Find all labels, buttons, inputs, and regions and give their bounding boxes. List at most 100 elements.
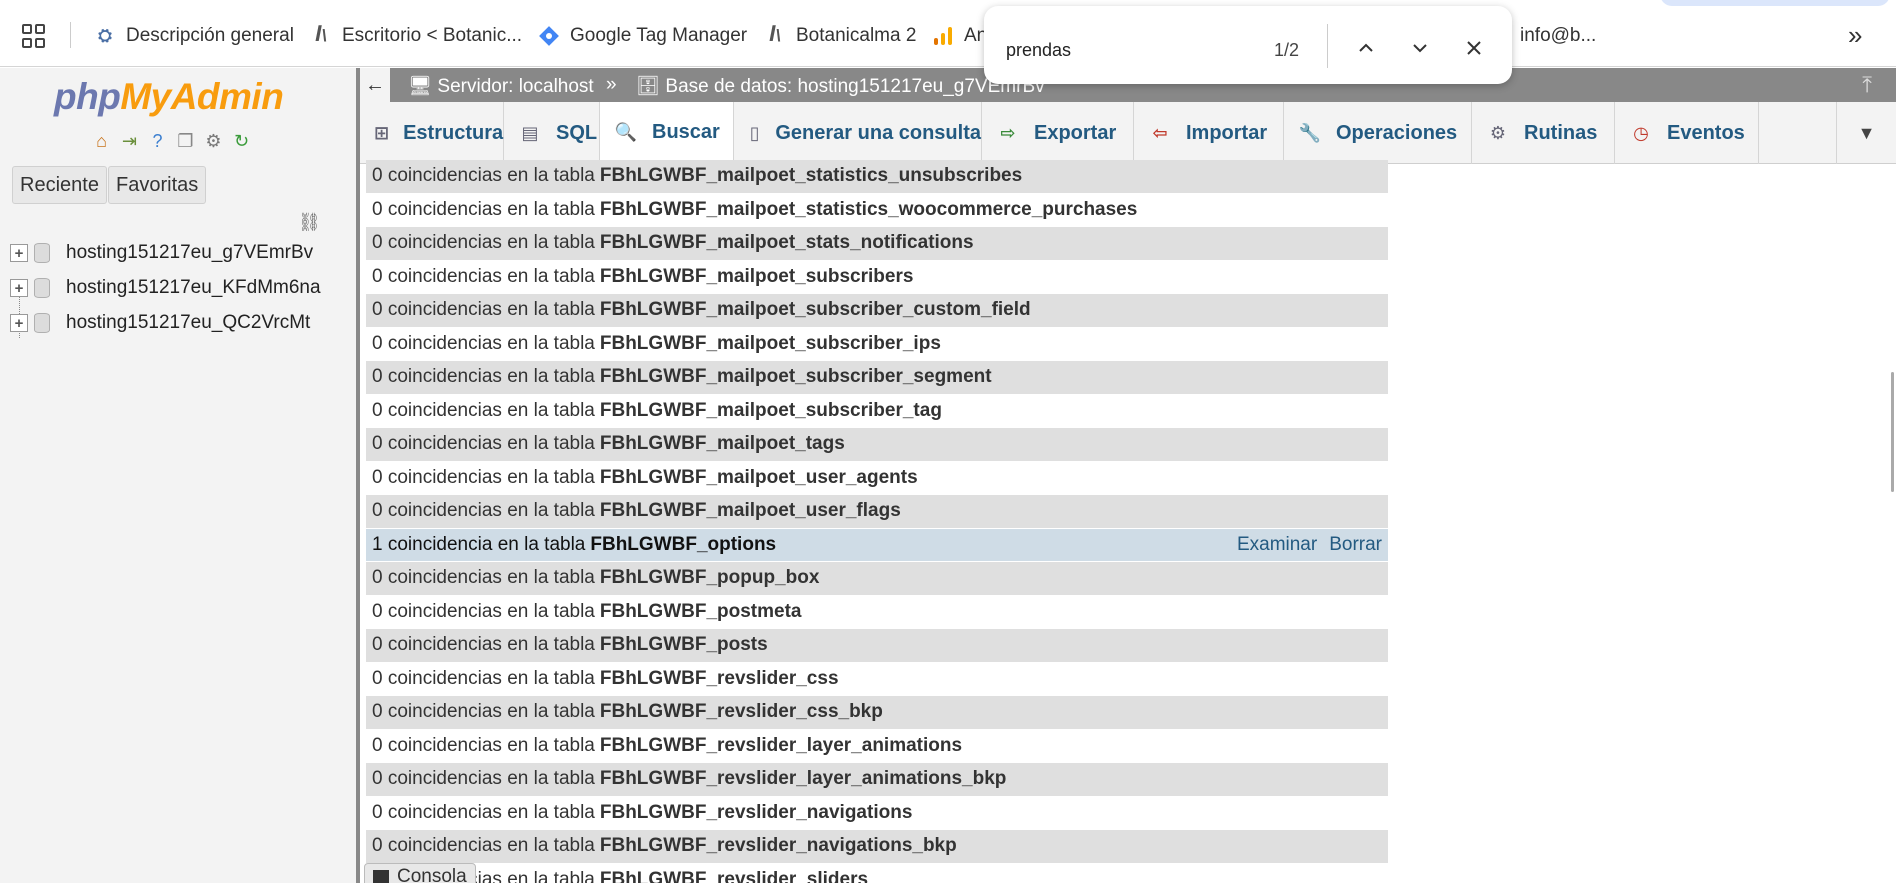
bookmark-label: Escritorio < Botanic... (342, 25, 523, 46)
collapse-nav-button[interactable]: ← (360, 68, 390, 102)
chevron-down-icon: ▼ (1857, 122, 1876, 143)
tab-operaciones[interactable]: 🔧 Operaciones (1284, 102, 1472, 164)
table-name: FBhLGWBF_popup_box (599, 567, 820, 589)
import-icon: ⇦ (1152, 122, 1168, 143)
tab-favorites[interactable]: Favoritas (108, 166, 207, 204)
table-row: 0 coincidencias en la tabla FBhLGWBF_mail… (366, 294, 1388, 328)
database-icon (34, 278, 50, 298)
tab-rutinas[interactable]: ⚙ Rutinas (1472, 102, 1615, 164)
bookmark-analytics[interactable]: An (932, 22, 987, 50)
gear-icon[interactable]: ⚙ (202, 130, 225, 153)
match-count-text: 0 coincidencias en la tabla (372, 232, 595, 254)
expand-icon[interactable]: + (10, 244, 28, 262)
find-close-button[interactable] (1458, 32, 1490, 64)
find-previous-button[interactable] (1350, 32, 1382, 64)
panel-divider[interactable] (356, 68, 360, 883)
match-count-text: 0 coincidencias en la tabla (372, 366, 595, 388)
table-row: 0 coincidencias en la tabla FBhLGWBF_revs… (366, 662, 1388, 696)
page-scrollbar[interactable] (1891, 372, 1894, 492)
tab-generar-consulta[interactable]: ▯ Generar una consulta (734, 102, 982, 164)
expand-icon[interactable]: + (10, 314, 28, 332)
delete-link[interactable]: Borrar (1329, 534, 1382, 556)
apps-grid-icon[interactable] (22, 24, 46, 48)
tag-manager-icon (538, 25, 560, 47)
nav-icon-toolbar: ⌂ ⇥ ? ❐ ⚙ ↻ (90, 130, 253, 153)
tab-eventos[interactable]: ◷ Eventos (1615, 102, 1759, 164)
link-icon[interactable]: ⛓ (298, 212, 321, 233)
row-actions: Examinar Borrar (1237, 529, 1382, 562)
search-icon: 🔍 (614, 122, 638, 142)
match-count-text: 0 coincidencias en la tabla (372, 768, 595, 790)
scroll-top-icon[interactable]: ⤒ (1862, 72, 1872, 98)
table-name: FBhLGWBF_revslider_css (599, 667, 839, 689)
table-name: FBhLGWBF_mailpoet_subscribers (599, 265, 914, 287)
main-content: ← 🖥 Servidor: localhost » 🗄 Base de dato… (356, 68, 1896, 883)
match-count-text: 0 coincidencias en la tabla (372, 399, 595, 421)
close-icon (1467, 41, 1481, 55)
console-toggle[interactable]: Consola (364, 863, 476, 883)
tabs-more-button[interactable]: ▼ (1836, 102, 1896, 164)
console-icon (373, 870, 389, 883)
help-icon[interactable]: ? (146, 130, 169, 153)
table-row: 1 coincidencia en la tabla FBhLGWBF_optio… (366, 528, 1388, 562)
analytics-icon (932, 25, 954, 47)
table-row: 0 coincidencias en la tabla FBhLGWBF_revs… (366, 796, 1388, 830)
phpmyadmin-logo[interactable]: phpMyAdmin (54, 76, 284, 118)
bookmark-label: Google Tag Manager (570, 25, 748, 46)
find-divider (1327, 24, 1328, 68)
logout-icon[interactable]: ⇥ (118, 130, 141, 153)
db-item-KFdMm6na[interactable]: + hosting151217eu_KFdMm6na (10, 274, 321, 302)
table-name: FBhLGWBF_posts (599, 634, 768, 656)
table-row: 0 coincidencias en la tabla FBhLGWBF_mail… (366, 260, 1388, 294)
expand-icon[interactable]: + (10, 279, 28, 297)
bookmark-info-mail[interactable]: info@b... (1520, 22, 1596, 50)
tab-recent[interactable]: Reciente (12, 166, 107, 204)
tab-estructura[interactable]: ⊞ Estructura (360, 102, 504, 164)
table-name: FBhLGWBF_revslider_layer_animations_bkp (599, 768, 1007, 790)
breadcrumb-database[interactable]: 🗄 Base de datos: hosting151217eu_g7VEmrB… (636, 74, 1045, 98)
bookmarks-divider (70, 22, 71, 48)
match-count-text: 0 coincidencias en la tabla (372, 332, 595, 354)
reload-icon[interactable]: ↻ (230, 130, 253, 153)
structure-icon: ⊞ (374, 122, 390, 143)
bookmark-descripcion-general[interactable]: ⛭ Descripción general (94, 22, 294, 50)
match-count-text: 0 coincidencias en la tabla (372, 600, 595, 622)
bookmark-botanicalma-2[interactable]: ꟾ\ Botanicalma 2 (764, 22, 916, 50)
table-name: FBhLGWBF_mailpoet_subscriber_custom_fiel… (599, 299, 1031, 321)
breadcrumb-separator: » (606, 74, 617, 95)
table-name: FBhLGWBF_mailpoet_subscriber_ips (599, 332, 941, 354)
bookmark-escritorio-botanic[interactable]: ꟾ\ Escritorio < Botanic... (310, 22, 522, 50)
match-count-text: 0 coincidencias en la tabla (372, 299, 595, 321)
db-item-QC2VrcMt[interactable]: + hosting151217eu_QC2VrcMt (10, 309, 310, 337)
botanic-icon: ꟾ\ (769, 26, 781, 45)
db-name[interactable]: hosting151217eu_g7VEmrBv (66, 242, 313, 264)
match-count-text: 1 coincidencia en la tabla (372, 533, 586, 555)
bookmark-label: info@b... (1520, 25, 1597, 46)
table-row: 0 coincidencias en la tabla FBhLGWBF_revs… (366, 863, 1388, 883)
table-row: 0 coincidencias en la tabla FBhLGWBF_mail… (366, 461, 1388, 495)
find-next-button[interactable] (1404, 32, 1436, 64)
db-name[interactable]: hosting151217eu_QC2VrcMt (66, 312, 310, 334)
breadcrumb-server[interactable]: 🖥 Servidor: localhost (408, 74, 594, 98)
bookmark-google-tag-manager[interactable]: Google Tag Manager (538, 22, 747, 50)
table-name: FBhLGWBF_postmeta (599, 600, 802, 622)
tab-exportar[interactable]: ⇨ Exportar (982, 102, 1134, 164)
table-name: FBhLGWBF_mailpoet_user_flags (599, 500, 901, 522)
table-row: 0 coincidencias en la tabla FBhLGWBF_mail… (366, 394, 1388, 428)
home-icon[interactable]: ⌂ (90, 130, 113, 153)
match-count-text: 0 coincidencias en la tabla (372, 835, 595, 857)
tab-strip-fragment (1660, 0, 1890, 6)
docs-icon[interactable]: ❐ (174, 130, 197, 153)
bookmark-label: Descripción general (126, 25, 294, 46)
tab-sql[interactable]: ▤ SQL (504, 102, 600, 164)
bookmarks-overflow-button[interactable]: » (1848, 20, 1862, 51)
tab-importar[interactable]: ⇦ Importar (1134, 102, 1284, 164)
tab-buscar[interactable]: 🔍 Buscar (600, 102, 734, 164)
table-row: 0 coincidencias en la tabla FBhLGWBF_mail… (366, 361, 1388, 395)
gauge-icon: ⛭ (98, 26, 112, 45)
table-row: 0 coincidencias en la tabla FBhLGWBF_mail… (366, 428, 1388, 462)
db-name[interactable]: hosting151217eu_KFdMm6na (66, 277, 321, 299)
find-input[interactable]: prendas (1006, 40, 1071, 61)
db-item-g7VEmrBv[interactable]: + hosting151217eu_g7VEmrBv (10, 239, 313, 267)
browse-link[interactable]: Examinar (1237, 534, 1317, 556)
